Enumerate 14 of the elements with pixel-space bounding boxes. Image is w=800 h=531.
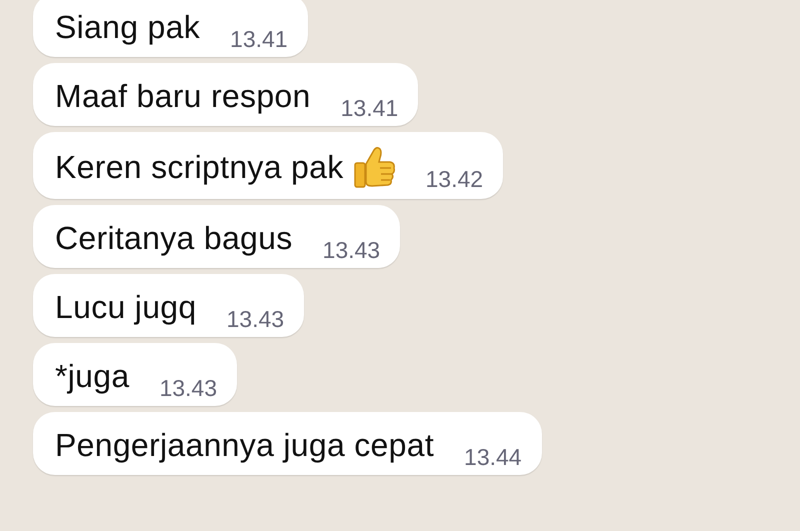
timestamp: 13.43 bbox=[322, 236, 380, 264]
message-text: *juga bbox=[55, 357, 130, 396]
message-text: Ceritanya bagus bbox=[55, 219, 293, 258]
timestamp: 13.42 bbox=[426, 164, 484, 194]
timestamp: 13.43 bbox=[159, 374, 218, 402]
message-text: Lucu jugq bbox=[55, 288, 196, 327]
timestamp: 13.44 bbox=[464, 442, 522, 472]
message-text: Siang pak bbox=[55, 8, 200, 47]
message-text: Keren scriptnya pak bbox=[55, 148, 344, 187]
message-text: Maaf baru respon bbox=[55, 77, 311, 116]
timestamp: 13.41 bbox=[340, 94, 398, 122]
timestamp: 13.43 bbox=[226, 304, 284, 334]
timestamp: 13.41 bbox=[230, 24, 288, 54]
message-text: Pengerjaannya juga cepat bbox=[55, 426, 434, 465]
